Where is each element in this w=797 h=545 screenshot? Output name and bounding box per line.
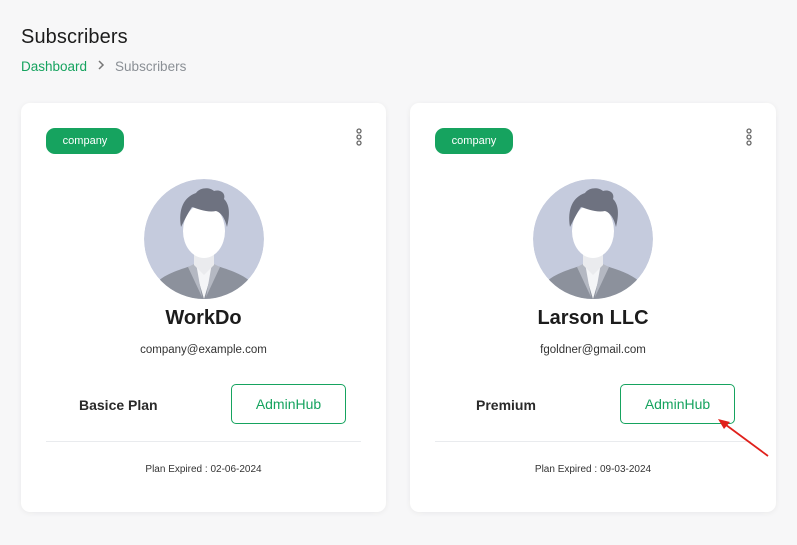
avatar xyxy=(533,179,653,299)
plan-expired-text: Plan Expired : 09-03-2024 xyxy=(534,464,652,475)
page-title: Subscribers xyxy=(21,26,128,48)
subscriber-email: fgoldner@gmail.com xyxy=(540,344,646,356)
avatar xyxy=(143,179,264,299)
adminhub-button[interactable]: AdminHub xyxy=(231,384,346,424)
role-badge: company xyxy=(435,128,513,154)
breadcrumb: Dashboard Subscribers xyxy=(21,59,186,74)
divider xyxy=(46,441,361,442)
role-badge: company xyxy=(46,128,124,154)
chevron-right-icon xyxy=(97,60,105,73)
divider xyxy=(435,441,751,442)
subscriber-name: Larson LLC xyxy=(537,307,649,329)
more-vertical-icon[interactable] xyxy=(744,127,754,147)
plan-expired-text: Plan Expired : 02-06-2024 xyxy=(145,464,262,475)
user-silhouette-icon xyxy=(143,179,264,299)
plan-name: Premium xyxy=(476,397,536,413)
user-silhouette-icon xyxy=(533,179,653,299)
subscriber-name: WorkDo xyxy=(165,307,242,329)
annotation-arrow-icon xyxy=(718,419,769,457)
breadcrumb-current: Subscribers xyxy=(115,59,187,74)
more-vertical-icon[interactable] xyxy=(354,127,364,147)
plan-name: Basice Plan xyxy=(79,397,158,413)
subscriber-card: company WorkDo company@example.com Basic… xyxy=(21,103,386,512)
subscriber-email: company@example.com xyxy=(140,344,267,356)
breadcrumb-dashboard-link[interactable]: Dashboard xyxy=(21,59,87,74)
